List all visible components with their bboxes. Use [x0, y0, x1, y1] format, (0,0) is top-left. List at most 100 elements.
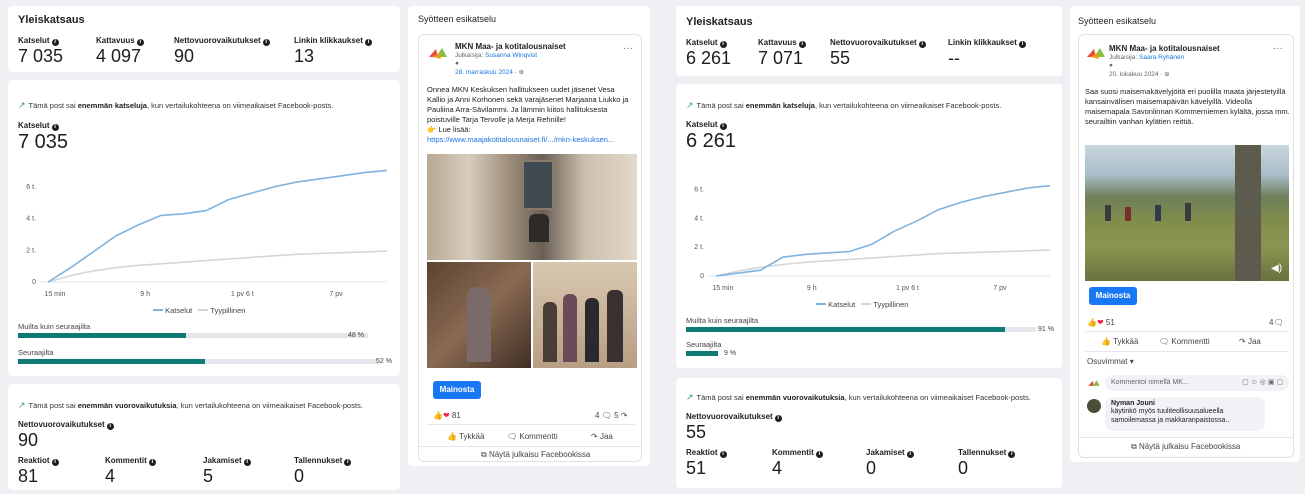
interaction-comments: Kommentit i 4	[772, 448, 823, 479]
legend-views: Katselut	[165, 306, 193, 315]
reaction-count[interactable]: 👍❤ 81	[433, 411, 461, 420]
engagement-counts[interactable]: 4🗨	[1269, 318, 1284, 327]
post-photo-right[interactable]	[533, 262, 637, 368]
metric-reach: Kattavuus i 4 097	[96, 36, 144, 67]
engagement-counts[interactable]: 4 🗨 5 ↷	[595, 411, 627, 420]
non-followers-bar	[686, 327, 1036, 332]
views-label: Katselut	[686, 120, 718, 129]
metric-link-clicks: Linkin klikkaukset i --	[948, 38, 1026, 69]
like-icon: 👍	[1101, 337, 1111, 346]
promote-button[interactable]: Mainosta	[1089, 287, 1137, 305]
metric-views: Katselut i 6 261	[686, 38, 732, 68]
info-icon[interactable]: i	[774, 415, 782, 422]
divider	[1085, 351, 1289, 352]
commenter-avatar[interactable]	[1087, 399, 1101, 413]
post-photo-main[interactable]	[427, 154, 637, 260]
reaction-count[interactable]: 👍❤ 51	[1087, 318, 1115, 327]
interaction-reactions: Reaktiot i 51	[686, 448, 727, 479]
promote-button[interactable]: Mainosta	[433, 381, 481, 399]
info-icon[interactable]: i	[815, 451, 823, 458]
page-name[interactable]: MKN Maa- ja kotitalousnaiset	[455, 42, 566, 51]
comment-button[interactable]: 🗨 Kommentti	[507, 432, 558, 441]
info-icon[interactable]: i	[148, 459, 156, 466]
info-icon[interactable]: i	[719, 41, 727, 48]
more-options-icon[interactable]: ···	[1273, 43, 1283, 54]
sort-relevant-dropdown[interactable]: Osuvimmat ▾	[1087, 357, 1134, 366]
info-icon[interactable]: i	[1008, 451, 1016, 458]
non-followers-pct: 48 %	[348, 332, 364, 339]
legend-swatch	[861, 303, 872, 305]
views-label: Katselut	[18, 121, 50, 130]
divider	[419, 446, 641, 447]
share-button[interactable]: ↷ Jaa	[1239, 337, 1261, 346]
share-button[interactable]: ↷ Jaa	[591, 432, 613, 441]
comment-input[interactable]: Kommentoi nimellä MK... ▢ ☺ ◎ ▣ ▢	[1105, 375, 1289, 391]
post-video[interactable]: ◀)	[1085, 145, 1289, 281]
bar-fill	[686, 351, 718, 356]
info-icon[interactable]: i	[344, 459, 352, 466]
love-reaction-icon: ❤	[442, 411, 450, 420]
info-icon[interactable]: i	[136, 39, 144, 46]
info-icon[interactable]: i	[906, 451, 914, 458]
view-on-facebook-link[interactable]: ⧉ Näytä julkaisu Facebookissa	[481, 450, 590, 460]
x-tick-label: 15 min	[712, 285, 733, 292]
info-icon[interactable]: i	[106, 423, 114, 430]
info-icon[interactable]: i	[364, 39, 372, 46]
like-button[interactable]: 👍 Tykkää	[447, 432, 484, 441]
x-tick-label: 1 pv 6 t	[896, 285, 919, 292]
x-tick-label: 1 pv 6 t	[231, 291, 254, 298]
publisher-link[interactable]: Susanna Winqvist	[485, 52, 537, 59]
metric-link-clicks: Linkin klikkaukset i 13	[294, 36, 372, 67]
series-line-katselut	[47, 169, 388, 283]
comment-tool-icons[interactable]: ▢ ☺ ◎ ▣ ▢	[1242, 375, 1283, 391]
info-icon[interactable]: i	[262, 39, 270, 46]
view-on-facebook-link[interactable]: ⧉ Näytä julkaisu Facebookissa	[1131, 442, 1240, 452]
info-icon[interactable]: i	[1018, 41, 1026, 48]
chart-legend: Katselut Tyypillinen	[153, 306, 245, 315]
share-icon: ↷	[591, 432, 598, 441]
metric-value: 13	[294, 46, 315, 66]
info-icon[interactable]: i	[51, 39, 59, 46]
like-button[interactable]: 👍 Tykkää	[1101, 337, 1138, 346]
page-logo-icon	[1087, 48, 1105, 59]
publisher-link[interactable]: Saara Ryhänen	[1139, 54, 1184, 61]
views-trend: ↗ Tämä post sai enemmän katseluja, kun ve…	[18, 100, 334, 110]
post-photo-left[interactable]	[427, 262, 531, 368]
feed-preview-panel: Syötteen esikatselu MKN Maa- ja kotitalo…	[408, 6, 650, 466]
followers-label: Seuraajilta	[686, 340, 722, 349]
person-shape	[1125, 207, 1131, 221]
non-followers-label: Muilta kuin seuraajilta	[686, 316, 759, 325]
info-icon[interactable]: i	[51, 124, 59, 131]
info-icon[interactable]: i	[719, 451, 727, 458]
trend-up-icon: ↗	[686, 392, 694, 402]
window-shape	[522, 160, 554, 210]
post-link[interactable]: https://www.maajakotitalousnaiset.fi/...…	[427, 135, 614, 144]
non-followers-pct: 91 %	[1038, 326, 1054, 333]
y-tick-label: 0	[32, 279, 36, 286]
page-name[interactable]: MKN Maa- ja kotitalousnaiset	[1109, 44, 1220, 53]
info-icon[interactable]: i	[719, 123, 727, 130]
metric-net-interactions: Nettovuorovaikutukset i 55	[830, 38, 926, 69]
person-shape	[529, 214, 549, 242]
x-tick-label: 7 pv	[993, 285, 1007, 292]
info-icon[interactable]: i	[51, 459, 59, 466]
external-link-icon: ⧉	[1131, 442, 1137, 451]
more-options-icon[interactable]: ···	[623, 43, 633, 54]
info-icon[interactable]: i	[798, 41, 806, 48]
commenter-name[interactable]: Nyman Jouni	[1111, 400, 1259, 407]
person-shape	[1185, 203, 1191, 221]
non-followers-label: Muilta kuin seuraajilta	[18, 322, 91, 331]
person-shape	[543, 302, 557, 362]
comment-button[interactable]: 🗨 Kommentti	[1159, 337, 1210, 346]
volume-icon[interactable]: ◀)	[1271, 263, 1282, 274]
person-shape	[1105, 205, 1111, 221]
info-icon[interactable]: i	[243, 459, 251, 466]
followers-pct: 52 %	[376, 358, 392, 365]
info-icon[interactable]: i	[918, 41, 926, 48]
interactions-card: ↗ Tämä post sai enemmän vuorovaikutuksia,…	[676, 378, 1062, 488]
post-date-link[interactable]: 28. marraskuu 2024	[455, 69, 513, 76]
net-interactions-value: 55	[686, 422, 707, 442]
x-tick-label: 7 pv	[329, 291, 343, 298]
legend-typical: Tyypillinen	[873, 300, 909, 309]
net-interactions-label: Nettovuorovaikutukset	[18, 420, 105, 429]
